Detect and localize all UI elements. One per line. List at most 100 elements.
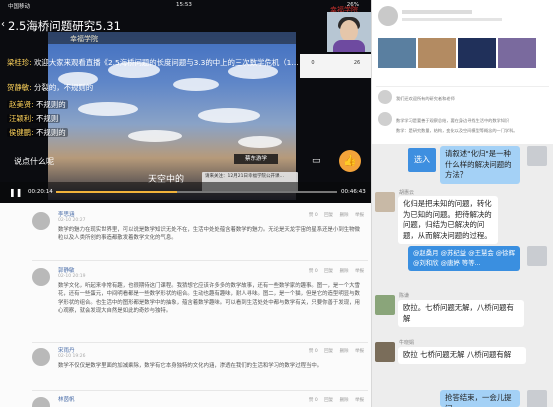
report-link[interactable]: 举报 (355, 349, 364, 354)
forum-post: 郭静敏 02-10 20:19 赞 0 回复 删除 举报 数学文化，听起来非常有… (32, 264, 368, 343)
avatar (527, 246, 547, 266)
post-body: 数学不仅仅是数学里面的加减乘除，数学有它本身独特的文化内涵，渗透在我们的生活和学… (58, 363, 323, 369)
share-screen-icon[interactable]: ▭ (312, 156, 321, 166)
message-sender: 牛晓娟 (399, 340, 415, 346)
post-actions: 赞 0 回复 删除 举报 (304, 348, 364, 354)
sent-message: 请叙述"化归"是一种什么样的解决问题的方法？ (440, 146, 520, 184)
presenter-camera[interactable] (327, 12, 371, 52)
avatar (527, 390, 547, 407)
post-author[interactable]: 林茵帆 (58, 395, 75, 403)
delete-link[interactable]: 删除 (340, 213, 349, 218)
live-title: 2.5海桥问题研究5.31 (8, 19, 121, 33)
forum-post: 宋雨丹 02-10 19:26 赞 0 回复 删除 举报 数学不仅仅是数学里面的… (32, 344, 368, 391)
post-actions: 赞 0 回复 删除 举报 (304, 397, 364, 403)
article-line: 我们还欢迎所有的研究者和老师 (396, 96, 455, 101)
delete-link[interactable]: 删除 (340, 398, 349, 403)
report-link[interactable]: 举报 (355, 213, 364, 218)
received-message: 化归是把未知的问题，转化为已知的问题。把待解决的问题，归结为已解决的问题，从而解… (398, 196, 498, 244)
thumbnail[interactable] (458, 38, 496, 68)
seek-bar[interactable] (56, 191, 337, 193)
select-button[interactable]: 选入 (408, 148, 436, 172)
presenter-tag: 蔡东游学 (234, 154, 278, 164)
report-link[interactable]: 举报 (355, 269, 364, 274)
thumbnail[interactable] (418, 38, 456, 68)
avatar[interactable] (32, 397, 50, 407)
carrier-name: 中国移动 (8, 4, 31, 10)
delete-link[interactable]: 删除 (340, 349, 349, 354)
status-bar: 中国移动 15:53 26% (0, 0, 371, 10)
back-arrow-icon[interactable]: ‹ (1, 19, 5, 30)
chat-line: 梁桂珍: 欢迎大家来观看直播《2.5海桥问题的长度问题与3.3的中上的三次数学危… (7, 58, 299, 67)
avatar (527, 146, 547, 166)
like-count[interactable]: 赞 0 (309, 398, 318, 403)
post-actions: 赞 0 回复 删除 举报 (304, 268, 364, 274)
avatar (378, 112, 392, 126)
sent-message: 抢答结束，一会儿提问 (440, 390, 520, 407)
stats-panel: 0 26 (300, 54, 371, 78)
reply-link[interactable]: 回复 (324, 349, 333, 354)
reply-link[interactable]: 回复 (324, 213, 333, 218)
reply-link[interactable]: 回复 (324, 269, 333, 274)
chat-text: 不规则的 (36, 128, 66, 137)
seek-bar-fill (56, 191, 177, 193)
avatar[interactable] (32, 348, 50, 366)
chat-text: 分裂的，不规则的 (34, 83, 94, 92)
message-sender: 胡惠云 (399, 190, 415, 196)
forum-post: 林茵帆 赞 0 回复 删除 举报 (32, 393, 368, 407)
received-message: 欧拉。七桥问题无解，八桥问题有解 (398, 300, 524, 327)
like-count[interactable]: 赞 0 (309, 349, 318, 354)
avatar (375, 192, 395, 212)
post-author[interactable]: 宋雨丹 (58, 346, 75, 354)
avatar[interactable] (32, 268, 50, 286)
avatar (375, 295, 395, 315)
thumbnail[interactable] (498, 38, 536, 68)
stat-right: 26 (353, 60, 361, 66)
chat-text: 不规则的 (36, 100, 66, 109)
chat-user: 汪颖利: (9, 114, 34, 123)
like-count[interactable]: 赞 0 (309, 269, 318, 274)
avatar (378, 6, 398, 26)
current-time: 00:20:14 (28, 189, 53, 195)
chat-user: 赵美贤: (9, 100, 34, 109)
forum-post: 李思涵 02-10 20:27 赞 0 回复 删除 举报 数学的魅力在现实世界里… (32, 208, 368, 261)
chat-line: 汪颖利: 不规则 (7, 114, 61, 123)
screenshot: 李思涵 02-10 20:27 赞 0 回复 删除 举报 数学的魅力在现实世界里… (0, 0, 553, 407)
chat-text: 欢迎大家来观看直播《2.5海桥问题的长度问题与3.3的中上的三次数学危机（1… (34, 58, 299, 67)
chat-line: 贺静敏: 分裂的，不规则的 (7, 83, 93, 92)
avatar (378, 90, 392, 104)
chat-line: 赵美贤: 不规则的 (7, 100, 68, 109)
like-button[interactable]: 👍 (339, 150, 361, 172)
comment-input[interactable]: 说点什么呢 (14, 156, 54, 167)
chat-user: 侯健鹏: (9, 128, 34, 137)
post-author[interactable]: 李思涵 (58, 210, 75, 218)
text-placeholder (402, 18, 502, 21)
chat-text: 不规则 (36, 114, 59, 123)
article-line: 数学：是研究数量，结构，变化以及空间模型等概念的一门学科。 (396, 128, 518, 133)
post-time: 02-10 19:26 (58, 354, 86, 359)
report-link[interactable]: 举报 (355, 398, 364, 403)
post-body: 数学文化，听起来非常有趣，也很期待这门课程。我猜想它应该许多多的数学故事，还有一… (58, 283, 360, 315)
live-stream-panel: 中国移动 15:53 26% 幸福学院 ‹ 2.5海桥问题研究5.31 幸福学院… (0, 0, 371, 203)
post-time: 02-10 20:19 (58, 274, 86, 279)
stat-left: 0 (311, 60, 315, 66)
divider (32, 342, 368, 343)
post-time: 02-10 20:27 (58, 218, 86, 223)
delete-link[interactable]: 删除 (340, 269, 349, 274)
chat-line: 侯健鹏: 不规则的 (7, 128, 68, 137)
divider (32, 390, 368, 391)
avatar (375, 342, 395, 362)
message-sender: 陈谦 (399, 293, 410, 299)
article-preview: 我们还欢迎所有的研究者和老师 数学学习是要善于观察总结，要在身边寻找生活中的数学… (372, 0, 553, 144)
like-count[interactable]: 赞 0 (309, 213, 318, 218)
avatar[interactable] (32, 212, 50, 230)
divider (32, 260, 368, 261)
pause-icon[interactable]: ❚❚ (9, 188, 22, 197)
post-body: 数学的魅力在现实世界里，可以说是数学知识无处不在，生活中处处蕴含着数学的魅力。无… (58, 227, 360, 242)
reply-link[interactable]: 回复 (324, 398, 333, 403)
chat-user: 梁桂珍: (7, 58, 32, 67)
chat-user: 贺静敏: (7, 83, 32, 92)
thumbnail[interactable] (378, 38, 416, 68)
post-actions: 赞 0 回复 删除 举报 (304, 212, 364, 218)
article-line: 数学学习是要善于观察总结，要在身边寻找生活中的数学知识 (396, 118, 510, 123)
post-author[interactable]: 郭静敏 (58, 266, 75, 274)
